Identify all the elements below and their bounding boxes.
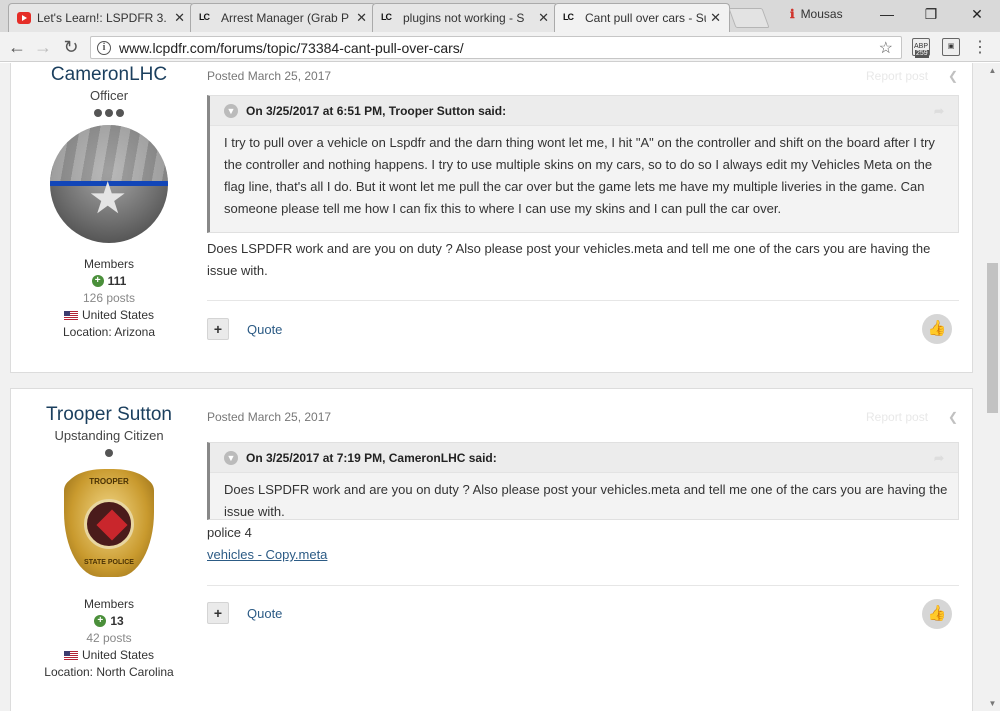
- tab-youtube[interactable]: Let's Learn!: LSPDFR 3. ✕: [8, 3, 194, 32]
- lcpdfr-icon: LC: [381, 12, 392, 22]
- member-group: Members: [83, 257, 134, 271]
- close-icon[interactable]: ✕: [710, 10, 721, 26]
- post-count: 42 posts: [86, 631, 132, 645]
- quote-body: Does LSPDFR work and are you on duty ? A…: [224, 482, 948, 519]
- tab-title: Let's Learn!: LSPDFR 3.: [37, 11, 167, 25]
- close-icon[interactable]: ✕: [174, 10, 185, 26]
- extension-icon[interactable]: ▣: [942, 38, 960, 56]
- location: Location: Arizona: [62, 325, 156, 339]
- forum-post: CameronLHC Officer ★ Members + 111 126 p…: [10, 63, 973, 373]
- profile-button[interactable]: ℹ Mousas: [790, 7, 843, 21]
- attachment-link[interactable]: vehicles - Copy.meta: [207, 547, 327, 562]
- report-post-link[interactable]: Report post: [866, 410, 928, 424]
- extension-badge: 259: [915, 50, 929, 58]
- tab-plugins[interactable]: LC plugins not working - S ✕: [372, 3, 558, 32]
- posted-date[interactable]: Posted March 25, 2017: [207, 69, 331, 83]
- report-post-link[interactable]: Report post: [866, 69, 928, 83]
- lcpdfr-icon: LC: [563, 12, 574, 22]
- post-text: police 4: [207, 525, 252, 540]
- tab-strip: Let's Learn!: LSPDFR 3. ✕ LC Arrest Mana…: [0, 0, 1000, 32]
- close-window-button[interactable]: ✕: [962, 4, 992, 24]
- forum-post: Trooper Sutton Upstanding Citizen TROOPE…: [10, 388, 973, 711]
- plus-icon: +: [94, 615, 107, 627]
- member-group: Members: [83, 597, 134, 611]
- post-content: Does LSPDFR work and are you on duty ? A…: [207, 241, 931, 278]
- tab-title: plugins not working - S: [403, 11, 525, 25]
- menu-icon[interactable]: ⋮: [970, 38, 990, 58]
- address-bar[interactable]: i www.lcpdfr.com/forums/topic/73384-cant…: [90, 36, 902, 59]
- reload-button[interactable]: ↻: [60, 36, 82, 58]
- author-panel: CameronLHC Officer ★ Members + 111 126 p…: [11, 64, 207, 339]
- author-panel: Trooper Sutton Upstanding Citizen TROOPE…: [11, 404, 207, 679]
- quote-link-icon[interactable]: ➦: [934, 104, 944, 118]
- location: Location: North Carolina: [44, 665, 174, 679]
- tab-title: Cant pull over cars - Su: [585, 11, 707, 25]
- rank-pips: [11, 449, 207, 457]
- post-content: police 4 vehicles - Copy.meta: [207, 522, 959, 566]
- scrollbar-thumb[interactable]: [987, 263, 998, 413]
- tab-cant-pull-over[interactable]: LC Cant pull over cars - Su ✕: [554, 3, 730, 32]
- multiquote-button[interactable]: +: [207, 318, 229, 340]
- author-title: Officer: [89, 88, 129, 103]
- tab-arrest-manager[interactable]: LC Arrest Manager (Grab P ✕: [190, 3, 376, 32]
- chevron-down-icon[interactable]: ▼: [224, 103, 238, 118]
- us-flag-icon: [63, 310, 78, 320]
- close-icon[interactable]: ✕: [356, 10, 367, 26]
- profile-icon: ℹ: [790, 7, 795, 21]
- country: United States: [11, 648, 207, 662]
- avatar[interactable]: ★: [50, 125, 168, 243]
- bookmark-star-icon[interactable]: ☆: [879, 38, 893, 58]
- multiquote-button[interactable]: +: [207, 602, 229, 624]
- posted-date[interactable]: Posted March 25, 2017: [207, 410, 331, 424]
- quote-link-icon[interactable]: ➦: [934, 451, 944, 465]
- info-icon[interactable]: i: [97, 40, 111, 55]
- post-count: 126 posts: [82, 291, 136, 305]
- author-name[interactable]: Trooper Sutton: [11, 404, 207, 426]
- url-text: www.lcpdfr.com/forums/topic/73384-cant-p…: [119, 39, 464, 56]
- plus-icon: +: [91, 275, 104, 287]
- quote-header: ▼ On 3/25/2017 at 7:19 PM, CameronLHC sa…: [210, 443, 958, 473]
- tab-title: Arrest Manager (Grab P: [221, 11, 350, 25]
- lcpdfr-icon: LC: [199, 12, 210, 22]
- divider: [207, 585, 959, 586]
- quote-header: ▼ On 3/25/2017 at 6:51 PM, Trooper Sutto…: [210, 96, 958, 126]
- share-icon[interactable]: ❮: [948, 69, 958, 83]
- adblock-extension-icon[interactable]: ABP 259: [912, 38, 930, 58]
- scroll-up-icon[interactable]: ▲: [985, 63, 1000, 78]
- divider: [207, 300, 959, 301]
- restore-button[interactable]: ❐: [916, 4, 946, 24]
- like-icon[interactable]: 👍: [922, 314, 952, 344]
- chevron-down-icon[interactable]: ▼: [224, 450, 238, 465]
- scrollbar[interactable]: ▲ ▼: [985, 63, 1000, 711]
- quote-body: I try to pull over a vehicle on Lspdfr a…: [224, 135, 935, 216]
- reputation: + 13: [11, 614, 207, 628]
- quote-button[interactable]: Quote: [247, 606, 282, 621]
- rank-pips: [11, 109, 207, 117]
- author-name[interactable]: CameronLHC: [11, 64, 207, 86]
- back-button[interactable]: ←: [6, 36, 28, 58]
- scroll-down-icon[interactable]: ▼: [985, 696, 1000, 711]
- minimize-button[interactable]: —: [872, 4, 902, 24]
- reputation: + 111: [11, 274, 207, 288]
- close-icon[interactable]: ✕: [538, 10, 549, 26]
- page-viewport: CameronLHC Officer ★ Members + 111 126 p…: [0, 63, 985, 711]
- avatar[interactable]: TROOPER STATE POLICE: [50, 465, 168, 583]
- browser-toolbar: ← → ↻ i www.lcpdfr.com/forums/topic/7338…: [0, 32, 1000, 62]
- quote-button[interactable]: Quote: [247, 322, 282, 337]
- new-tab-button[interactable]: [728, 8, 770, 28]
- quote-block: ▼ On 3/25/2017 at 7:19 PM, CameronLHC sa…: [207, 442, 959, 520]
- forward-button[interactable]: →: [32, 36, 54, 58]
- country: United States: [11, 308, 207, 322]
- share-icon[interactable]: ❮: [948, 410, 958, 424]
- youtube-icon: [17, 12, 31, 24]
- trooper-badge-image: TROOPER STATE POLICE: [64, 469, 154, 577]
- author-title: Upstanding Citizen: [54, 428, 164, 443]
- like-icon[interactable]: 👍: [922, 599, 952, 629]
- profile-name: Mousas: [800, 7, 843, 21]
- us-flag-icon: [63, 650, 78, 660]
- quote-block: ▼ On 3/25/2017 at 6:51 PM, Trooper Sutto…: [207, 95, 959, 233]
